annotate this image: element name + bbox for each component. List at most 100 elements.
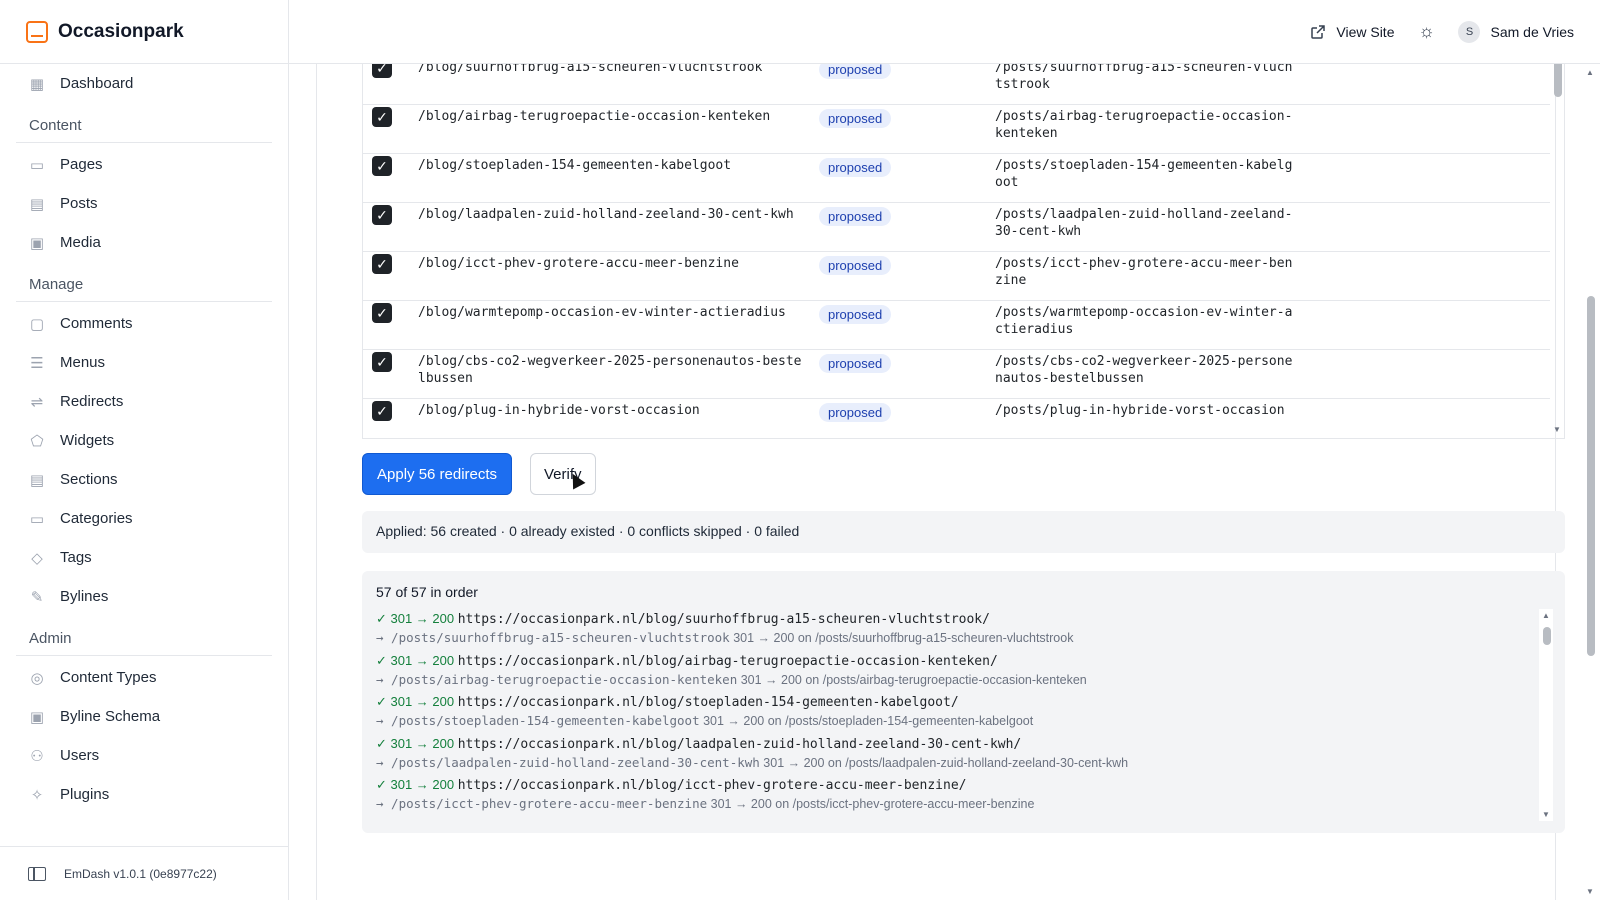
verify-result-item: ✓ 301 → 200 https://occasionpark.nl/blog… (376, 734, 1535, 776)
table-row[interactable]: ✓ /blog/suurhoffbrug-a15-scheuren-vluchts… (363, 64, 1550, 105)
version-label: EmDash v1.0.1 (0e8977c22) (64, 866, 217, 881)
sidebar-footer: EmDash v1.0.1 (0e8977c22) (0, 846, 288, 900)
sidebar-item-label: Comments (60, 315, 133, 332)
sidebar-item-widgets[interactable]: ⬠ Widgets (16, 421, 272, 460)
redirects-table[interactable]: ✓ /blog/suurhoffbrug-a15-scheuren-vluchts… (362, 64, 1565, 439)
result-status: ✓ 301 → 200 (376, 735, 455, 751)
sidebar-toggle-icon[interactable] (28, 866, 46, 881)
dashboard-icon: ▦ (29, 75, 45, 93)
sidebar-item-label: Dashboard (60, 75, 134, 92)
source-path: /blog/laadpalen-zuid-holland-zeeland-30-… (418, 207, 794, 222)
row-checkbox[interactable]: ✓ (372, 107, 392, 127)
table-row[interactable]: ✓ /blog/warmtepomp-occasion-ev-winter-act… (363, 300, 1550, 350)
redirects-icon: ⇌ (30, 393, 44, 411)
table-scrollbar[interactable]: ▼ (1550, 64, 1564, 438)
row-checkbox[interactable]: ✓ (372, 205, 392, 225)
result-status: ✓ 301 → 200 (376, 694, 455, 709)
brand-name: Occasionpark (58, 20, 184, 42)
sidebar-item-categories[interactable]: ▭ Categories (16, 499, 272, 538)
sidebar-item-comments[interactable]: ▢ Comments (16, 304, 272, 343)
source-path: /blog/stoepladen-154-gemeenten-kabelgoot (418, 158, 732, 173)
status-badge: proposed (819, 403, 892, 422)
sidebar-item-plugins[interactable]: ✧ Plugins (16, 775, 272, 814)
sidebar-item-users[interactable]: ⚇ Users (16, 736, 272, 775)
result-status: ✓ 301 → 200 (376, 611, 455, 626)
nav-section-content: Content (16, 103, 272, 143)
verify-results-heading: 57 of 57 in order (376, 584, 478, 600)
sidebar-item-label: Bylines (60, 588, 109, 605)
row-checkbox[interactable]: ✓ (372, 64, 392, 78)
table-row[interactable]: ✓ /blog/stoepladen-154-gemeenten-kabelgoo… (363, 153, 1550, 203)
scroll-down-icon[interactable]: ▼ (1542, 810, 1550, 819)
sidebar-item-dashboard[interactable]: ▦ Dashboard (16, 64, 272, 103)
users-icon: ⚇ (30, 747, 44, 765)
status-badge: proposed (819, 256, 892, 275)
nav-section-admin: Admin (16, 616, 272, 656)
sidebar-item-label: Menus (60, 354, 106, 371)
sidebar-item-sections[interactable]: ▤ Sections (16, 460, 272, 499)
result-status: ✓ 301 → 200 (376, 652, 455, 668)
result-detail: 301 → 200 on /posts/icct-phev-grotere-ac… (710, 797, 1035, 811)
database-icon: ◎ (30, 669, 44, 687)
sidebar-item-tags[interactable]: ◇ Tags (16, 538, 272, 577)
sidebar-item-menus[interactable]: ☰ Menus (16, 343, 272, 382)
sidebar-item-media[interactable]: ▣ Media (16, 223, 272, 262)
sidebar-item-label: Byline Schema (60, 708, 161, 725)
comments-icon: ▢ (29, 315, 45, 333)
theme-toggle-sun-icon[interactable]: ☼ (1416, 21, 1436, 42)
table-row[interactable]: ✓ /blog/airbag-terugroepactie-occasion-ke… (363, 104, 1550, 154)
row-checkbox[interactable]: ✓ (372, 352, 392, 372)
result-target-path: → /posts/laadpalen-zuid-holland-zeeland-… (376, 754, 760, 770)
scroll-down-icon[interactable]: ▼ (1553, 425, 1561, 434)
result-target-path: → /posts/icct-phev-grotere-accu-meer-ben… (376, 796, 708, 811)
results-scrollbar-thumb[interactable] (1543, 627, 1551, 645)
results-scrollbar[interactable]: ▲ ▼ (1539, 609, 1553, 821)
pages-icon: ▭ (29, 156, 45, 174)
result-detail: 301 → 200 on /posts/laadpalen-zuid-holla… (763, 755, 1129, 770)
source-path: /blog/cbs-co2-wegverkeer-2025-personenau… (418, 354, 802, 386)
sidebar-item-posts[interactable]: ▤ Posts (16, 184, 272, 223)
sidebar-item-redirects[interactable]: ⇌ Redirects (16, 382, 272, 421)
table-row[interactable]: ✓ /blog/plug-in-hybride-vorst-occasion pro… (363, 398, 1550, 438)
sidebar-item-content-types[interactable]: ◎ Content Types (16, 658, 272, 697)
avatar: S (1458, 20, 1481, 43)
sidebar-item-byline-schema[interactable]: ▣ Byline Schema (16, 697, 272, 736)
view-site-link[interactable]: View Site (1310, 24, 1394, 40)
sidebar-item-pages[interactable]: ▭ Pages (16, 145, 272, 184)
row-checkbox[interactable]: ✓ (372, 401, 392, 421)
result-status: ✓ 301 → 200 (376, 777, 455, 792)
target-path: /posts/airbag-terugroepactie-occasion-ke… (995, 109, 1293, 141)
table-row[interactable]: ✓ /blog/laadpalen-zuid-holland-zeeland-30… (363, 202, 1550, 252)
row-checkbox[interactable]: ✓ (372, 303, 392, 323)
apply-redirects-button[interactable]: Apply 56 redirects (362, 453, 513, 495)
sidebar-item-label: Users (60, 747, 100, 764)
verify-result-item: ✓ 301 → 200 https://occasionpark.nl/blog… (376, 775, 1535, 811)
sidebar-item-label: Categories (60, 510, 133, 527)
sidebar-item-bylines[interactable]: ✎ Bylines (16, 577, 272, 616)
verify-button[interactable]: Verify (530, 453, 596, 495)
sidebar-item-label: Media (60, 234, 101, 251)
scroll-up-icon[interactable]: ▲ (1542, 611, 1550, 620)
row-checkbox[interactable]: ✓ (372, 254, 392, 274)
scroll-up-icon[interactable]: ▲ (1586, 68, 1594, 77)
page-scrollbar-thumb[interactable] (1587, 296, 1595, 656)
brand[interactable]: Occasionpark (0, 0, 288, 64)
row-checkbox[interactable]: ✓ (372, 156, 392, 176)
sidebar-item-label: Widgets (60, 432, 115, 449)
redirects-card: ✓ /blog/suurhoffbrug-a15-scheuren-vluchts… (316, 64, 1565, 900)
table-row[interactable]: ✓ /blog/cbs-co2-wegverkeer-2025-personena… (363, 349, 1550, 399)
table-scrollbar-thumb[interactable] (1554, 64, 1562, 97)
categories-icon: ▭ (29, 510, 45, 528)
verify-results-list: ✓ 301 → 200 https://occasionpark.nl/blog… (376, 609, 1535, 811)
source-path: /blog/suurhoffbrug-a15-scheuren-vluchtst… (418, 64, 763, 75)
result-target-path: → /posts/airbag-terugroepactie-occasion-… (376, 671, 738, 687)
media-icon: ▣ (29, 234, 45, 252)
user-menu[interactable]: S Sam de Vries (1458, 20, 1574, 43)
table-row[interactable]: ✓ /blog/icct-phev-grotere-accu-meer-benzi… (363, 251, 1550, 301)
result-url: https://occasionpark.nl/blog/stoepladen-… (457, 695, 959, 710)
user-name: Sam de Vries (1490, 23, 1574, 40)
widgets-icon: ⬠ (30, 432, 44, 450)
page-scrollbar[interactable]: ▲ ▼ (1582, 64, 1600, 900)
nav-section-manage: Manage (16, 262, 272, 302)
scroll-down-icon[interactable]: ▼ (1586, 887, 1594, 896)
